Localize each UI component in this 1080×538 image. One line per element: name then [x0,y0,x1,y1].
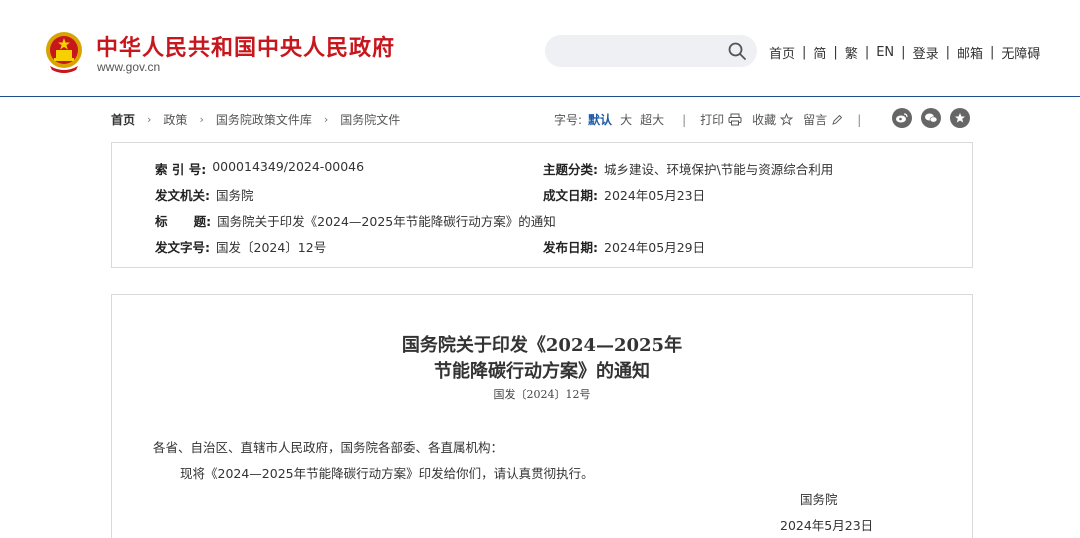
favorite-button[interactable]: 收藏 [752,111,794,128]
breadcrumb-home[interactable]: 首页 [111,111,135,128]
document-signature: 国务院 [800,492,838,507]
nav-traditional-link[interactable]: 繁 [845,43,858,62]
meta-index-key: 索 引 号: [155,162,207,177]
article-toolbar: 字号: 默认 大 超大 | 打印 收藏 留言 | [554,111,875,128]
document-body: 国务院关于印发《2024—2025年 节能降碳行动方案》的通知 国发〔2024〕… [111,294,973,538]
nav-separator: | [864,45,870,60]
nav-separator: | [945,45,950,60]
nav-separator: | [833,45,838,60]
meta-index-row: 索 引 号: 000014349/2024-00046 [155,159,364,178]
document-salutation: 各省、自治区、直辖市人民政府，国务院各部委、各直属机构： [153,440,504,455]
breadcrumb-separator: › [323,113,329,126]
qzone-icon[interactable] [950,108,970,128]
meta-published-row: 发布日期: 2024年05月29日 [543,237,705,256]
nav-separator: | [901,45,906,60]
nav-simplified-link[interactable]: 简 [813,43,826,62]
meta-issuer-row: 发文机关: 国务院 [155,185,254,204]
breadcrumb-policy[interactable]: 政策 [163,111,187,128]
nav-login-link[interactable]: 登录 [913,43,939,62]
breadcrumb: 首页 › 政策 › 国务院政策文件库 › 国务院文件 [111,111,400,128]
meta-docno-value: 国发〔2024〕12号 [216,240,327,255]
meta-written-value: 2024年05月23日 [604,188,706,203]
weibo-icon[interactable] [892,108,912,128]
share-buttons [892,108,970,128]
font-size-xlarge[interactable]: 超大 [640,111,664,128]
printer-icon [728,113,742,126]
nav-accessibility-link[interactable]: 无障碍 [1001,43,1040,62]
star-icon [780,113,794,126]
site-header: 中华人民共和国中央人民政府 www.gov.cn 首页 | 简 | 繁 | EN… [0,0,1080,97]
meta-title-key: 标 题: [155,214,212,229]
document-title-line-1: 国务院关于印发《2024—2025年 [401,335,683,356]
toolbar-separator: | [857,112,862,127]
meta-issuer-key: 发文机关: [155,188,210,203]
print-label: 打印 [700,113,725,127]
search-input[interactable] [545,35,757,67]
document-date: 2024年5月23日 [780,518,874,533]
pencil-icon [832,114,843,125]
site-title[interactable]: 中华人民共和国中央人民政府 [96,30,395,62]
top-nav: 首页 | 简 | 繁 | EN | 登录 | 邮箱 | 无障碍 [769,43,1040,62]
document-number: 国发〔2024〕12号 [493,388,591,401]
document-paragraph: 现将《2024—2025年节能降碳行动方案》印发给你们，请认真贯彻执行。 [180,466,594,481]
favorite-label: 收藏 [752,113,777,127]
meta-docno-row: 发文字号: 国发〔2024〕12号 [155,237,326,256]
font-size-label: 字号: [554,113,583,127]
breadcrumb-separator: › [147,113,152,126]
meta-docno-key: 发文字号: [155,240,210,255]
nav-separator: | [989,45,995,60]
breadcrumb-separator: › [199,113,204,126]
meta-title-row: 标 题: 国务院关于印发《2024—2025年节能降碳行动方案》的通知 [155,211,556,230]
meta-published-value: 2024年05月29日 [604,240,706,255]
nav-english-link[interactable]: EN [876,45,894,60]
document-metadata: 索 引 号: 000014349/2024-00046 主题分类: 城乡建设、环… [111,142,973,268]
meta-topic-key: 主题分类: [543,162,598,177]
meta-published-key: 发布日期: [543,240,598,255]
document-title-line-2: 节能降碳行动方案》的通知 [434,361,650,382]
comment-label: 留言 [803,113,828,127]
search-icon[interactable] [727,41,747,61]
national-emblem-icon[interactable] [44,30,84,74]
nav-separator: | [802,45,807,60]
comment-button[interactable]: 留言 [803,111,843,128]
nav-mail-link[interactable]: 邮箱 [957,43,983,62]
nav-home-link[interactable]: 首页 [769,43,795,62]
meta-issuer-value: 国务院 [216,188,254,203]
toolbar-separator: | [682,112,687,127]
font-size-large[interactable]: 大 [620,111,632,128]
font-size-default[interactable]: 默认 [588,111,612,128]
wechat-icon[interactable] [921,108,941,128]
site-domain: www.gov.cn [97,60,161,74]
breadcrumb-policy-library[interactable]: 国务院政策文件库 [216,111,312,128]
print-button[interactable]: 打印 [700,111,742,128]
meta-written-key: 成文日期: [543,188,598,203]
meta-title-value: 国务院关于印发《2024—2025年节能降碳行动方案》的通知 [217,214,556,229]
meta-written-row: 成文日期: 2024年05月23日 [543,185,705,204]
meta-topic-row: 主题分类: 城乡建设、环境保护\节能与资源综合利用 [543,159,833,178]
meta-topic-value: 城乡建设、环境保护\节能与资源综合利用 [604,162,834,177]
breadcrumb-state-council-docs[interactable]: 国务院文件 [340,111,400,128]
meta-index-value: 000014349/2024-00046 [212,159,365,174]
